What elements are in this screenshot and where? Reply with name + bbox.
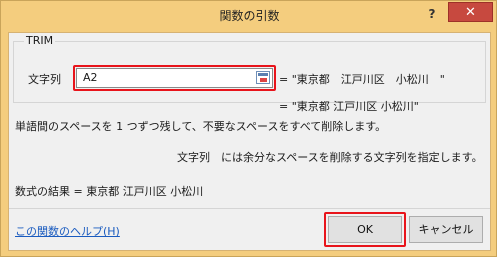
dialog-body: TRIM 文字列 A2 = "東京都 江戸川区 小松川 " = "東京都 江戸川… bbox=[8, 32, 491, 251]
cancel-button[interactable]: キャンセル bbox=[409, 216, 483, 243]
dialog-window: 関数の引数 ? ✕ TRIM 文字列 A2 = "東京都 江戸川区 小松川 " … bbox=[0, 0, 497, 257]
function-help-link[interactable]: この関数のヘルプ(H) bbox=[15, 223, 120, 239]
function-arguments-group: TRIM 文字列 A2 = "東京都 江戸川区 小松川 " bbox=[13, 34, 486, 103]
argument-description: 文字列 には余分なスペースを削除する文字列を指定します。 bbox=[177, 151, 483, 164]
input-highlight bbox=[73, 65, 276, 91]
argument-label: 文字列 bbox=[28, 73, 61, 86]
argument-value: = "東京都 江戸川区 小松川 " bbox=[279, 73, 445, 86]
formula-result: 数式の結果 = 東京都 江戸川区 小松川 bbox=[15, 185, 204, 198]
function-name: TRIM bbox=[24, 34, 56, 47]
function-result-preview: = "東京都 江戸川区 小松川" bbox=[279, 100, 419, 113]
ok-button[interactable]: OK bbox=[328, 216, 402, 243]
help-question-icon[interactable]: ? bbox=[419, 3, 445, 25]
function-description: 単語間のスペースを 1 つずつ残して、不要なスペースをすべて削除します。 bbox=[15, 120, 387, 133]
divider bbox=[9, 208, 490, 209]
close-button[interactable]: ✕ bbox=[448, 2, 493, 22]
